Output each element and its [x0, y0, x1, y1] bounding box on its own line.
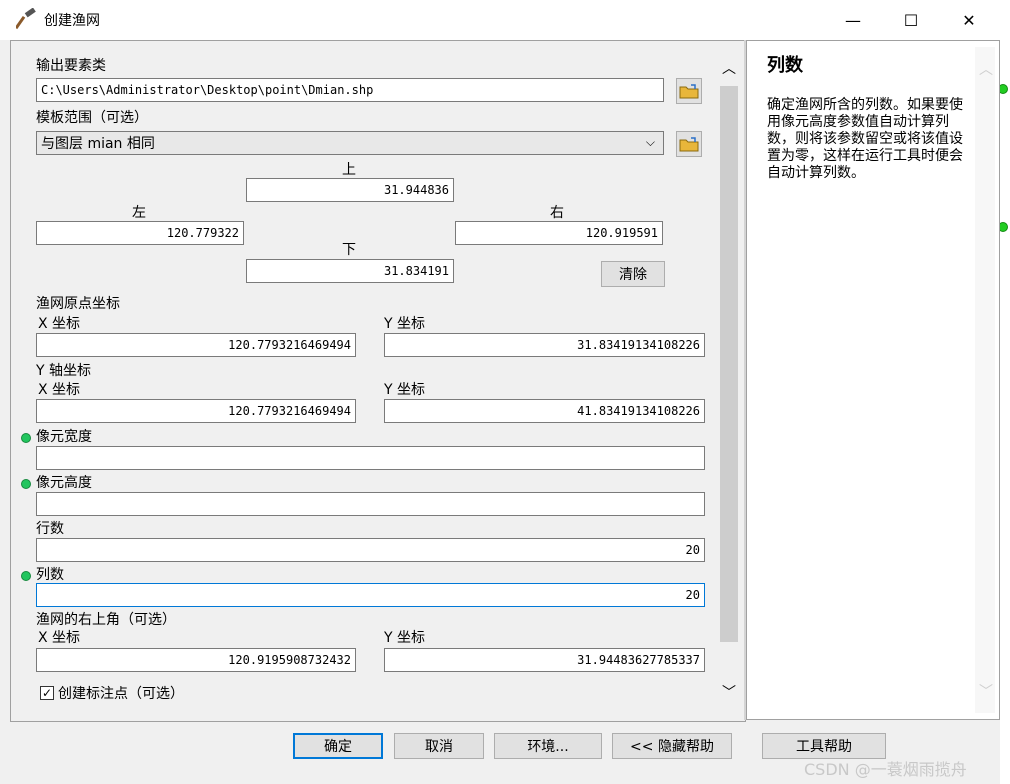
cell-width-label: 像元宽度 [36, 429, 92, 445]
required-dot-icon [21, 433, 31, 443]
title-bar: 创建渔网 — ☐ ✕ [0, 0, 1010, 41]
cell-height-field[interactable] [36, 492, 705, 516]
output-field[interactable]: C:\Users\Administrator\Desktop\point\Dmi… [36, 78, 664, 102]
hide-help-button[interactable]: << 隐藏帮助 [612, 733, 732, 759]
corner-label: 渔网的右上角（可选） [36, 612, 176, 628]
extent-right-label: 右 [550, 205, 564, 221]
label-points-checkbox[interactable]: ✓ [40, 686, 54, 700]
corner-y-field[interactable]: 31.94483627785337 [384, 648, 705, 672]
extent-top-field[interactable]: 31.944836 [246, 178, 454, 202]
yaxis-x-label: X 坐标 [38, 382, 81, 398]
cell-width-field[interactable] [36, 446, 705, 470]
label-points-label: 创建标注点（可选） [58, 686, 184, 702]
maximize-button[interactable]: ☐ [882, 0, 940, 40]
origin-x-field[interactable]: 120.7793216469494 [36, 333, 356, 357]
corner-y-label: Y 坐标 [384, 630, 426, 646]
yaxis-y-label: Y 坐标 [384, 382, 426, 398]
background-map-strip [998, 40, 1010, 784]
ok-button[interactable]: 确定 [293, 733, 383, 759]
help-title: 列数 [767, 55, 803, 76]
yaxis-y-field[interactable]: 41.83419134108226 [384, 399, 705, 423]
extent-left-label: 左 [132, 205, 146, 221]
clear-extent-button[interactable]: 清除 [601, 261, 665, 287]
scroll-up-icon[interactable]: ︿ [722, 58, 736, 78]
output-label: 输出要素类 [36, 58, 106, 74]
folder-icon [679, 137, 699, 152]
template-select[interactable]: 与图层 mian 相同 ⌵ [36, 131, 664, 155]
hammer-icon [16, 8, 36, 30]
environments-button[interactable]: 环境... [494, 733, 602, 759]
cols-label: 列数 [36, 567, 64, 583]
origin-label: 渔网原点坐标 [36, 296, 120, 312]
chevron-down-icon: ⌵ [645, 135, 655, 149]
rows-label: 行数 [36, 521, 64, 537]
extent-right-field[interactable]: 120.919591 [455, 221, 663, 245]
corner-x-field[interactable]: 120.9195908732432 [36, 648, 356, 672]
template-value: 与图层 mian 相同 [41, 136, 155, 152]
yaxis-label: Y 轴坐标 [36, 363, 92, 379]
help-scroll-down-icon[interactable]: ﹀ [979, 681, 993, 701]
watermark: CSDN @一蓑烟雨揽舟 [804, 760, 967, 779]
origin-x-label: X 坐标 [38, 316, 81, 332]
browse-template-button[interactable] [676, 131, 702, 157]
minimize-button[interactable]: — [824, 0, 882, 40]
help-scroll-up-icon[interactable]: ︿ [979, 59, 993, 79]
cols-field[interactable]: 20 [36, 583, 705, 607]
scroll-down-icon[interactable]: ﹀ [722, 682, 736, 702]
help-scrollbar[interactable] [975, 47, 995, 713]
origin-y-field[interactable]: 31.83419134108226 [384, 333, 705, 357]
scrollbar-thumb[interactable] [720, 86, 738, 642]
required-dot-icon [21, 571, 31, 581]
cancel-button[interactable]: 取消 [394, 733, 484, 759]
extent-bottom-label: 下 [342, 242, 356, 258]
yaxis-x-field[interactable]: 120.7793216469494 [36, 399, 356, 423]
browse-output-button[interactable] [676, 78, 702, 104]
rows-field[interactable]: 20 [36, 538, 705, 562]
extent-bottom-field[interactable]: 31.834191 [246, 259, 454, 283]
help-text: 确定渔网所含的列数。如果要使用像元高度参数值自动计算列数，则将该参数留空或将该值… [767, 97, 963, 181]
help-pane: 列数 确定渔网所含的列数。如果要使用像元高度参数值自动计算列数，则将该参数留空或… [746, 40, 1000, 720]
extent-left-field[interactable]: 120.779322 [36, 221, 244, 245]
origin-y-label: Y 坐标 [384, 316, 426, 332]
required-dot-icon [21, 479, 31, 489]
template-label: 模板范围（可选） [36, 110, 148, 126]
corner-x-label: X 坐标 [38, 630, 81, 646]
cell-height-label: 像元高度 [36, 475, 92, 491]
folder-icon [679, 84, 699, 99]
extent-top-label: 上 [342, 162, 356, 178]
window-title: 创建渔网 [44, 13, 100, 29]
close-button[interactable]: ✕ [940, 0, 998, 40]
